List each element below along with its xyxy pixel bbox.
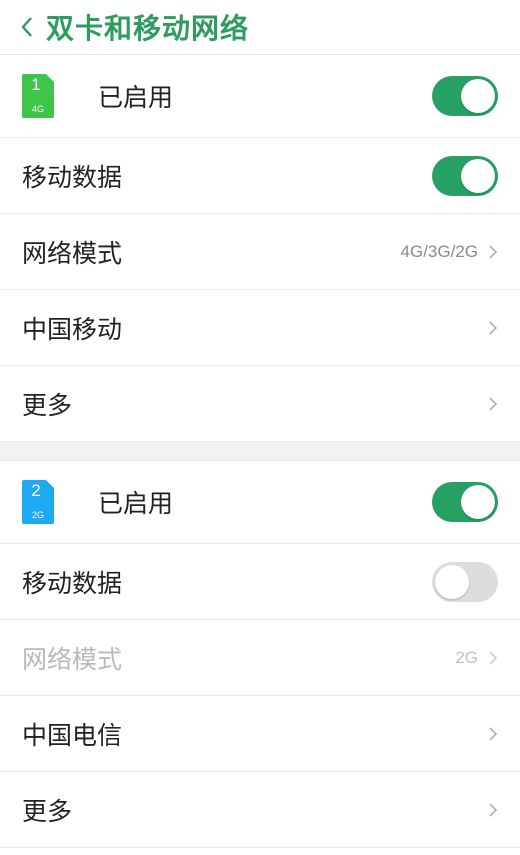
sim1-mobile-data-row[interactable]: 移动数据: [0, 138, 520, 214]
chevron-right-icon: [488, 320, 498, 336]
sim2-enable-toggle[interactable]: [432, 482, 498, 522]
sim2-network-mode-value: 2G: [455, 647, 478, 667]
sim2-network-mode-row: 网络模式 2G: [0, 620, 520, 696]
sim2-enable-row[interactable]: 2 2G 已启用: [0, 461, 520, 544]
sim1-mobile-data-toggle[interactable]: [432, 155, 498, 196]
sim1-enabled-label: 已启用: [98, 83, 174, 112]
section-divider: [0, 442, 520, 461]
sim1-network-mode-value: 4G/3G/2G: [400, 241, 478, 261]
sim1-more-label: 更多: [22, 390, 73, 420]
sim2-number: 2: [31, 481, 41, 500]
sim1-network-mode-label: 网络模式: [22, 238, 123, 268]
chevron-right-icon: [488, 726, 498, 742]
sim1-mobile-data-label: 移动数据: [22, 162, 123, 192]
sim1-enable-row[interactable]: 1 4G 已启用: [0, 55, 520, 138]
page-title: 双卡和移动网络: [46, 12, 250, 45]
chevron-right-icon: [488, 802, 498, 818]
sim1-carrier-label: 中国移动: [22, 314, 123, 344]
sim2-more-row[interactable]: 更多: [0, 772, 520, 848]
sim2-carrier-label: 中国电信: [22, 720, 123, 750]
sim2-mobile-data-toggle[interactable]: [432, 561, 498, 602]
sim2-mobile-data-label: 移动数据: [22, 568, 123, 598]
sim2-carrier-row[interactable]: 中国电信: [0, 696, 520, 772]
sim1-enable-toggle[interactable]: [432, 76, 498, 116]
sim1-card-icon: 1 4G: [22, 74, 54, 118]
sim1-number: 1: [31, 75, 41, 94]
sim2-enabled-label: 已启用: [98, 489, 174, 518]
sim2-mobile-data-row[interactable]: 移动数据: [0, 544, 520, 620]
chevron-right-icon: [488, 650, 498, 666]
sim2-card-icon: 2 2G: [22, 480, 54, 524]
back-icon[interactable]: [20, 16, 40, 38]
sim1-more-row[interactable]: 更多: [0, 366, 520, 442]
sim2-more-label: 更多: [22, 796, 73, 826]
header: 双卡和移动网络: [0, 0, 520, 55]
chevron-right-icon: [488, 396, 498, 412]
sim1-network-mode-row[interactable]: 网络模式 4G/3G/2G: [0, 214, 520, 290]
sim2-network: 2G: [31, 510, 44, 520]
sim1-carrier-row[interactable]: 中国移动: [0, 290, 520, 366]
sim2-network-mode-label: 网络模式: [22, 644, 123, 674]
chevron-right-icon: [488, 244, 498, 260]
sim1-network: 4G: [31, 104, 44, 114]
